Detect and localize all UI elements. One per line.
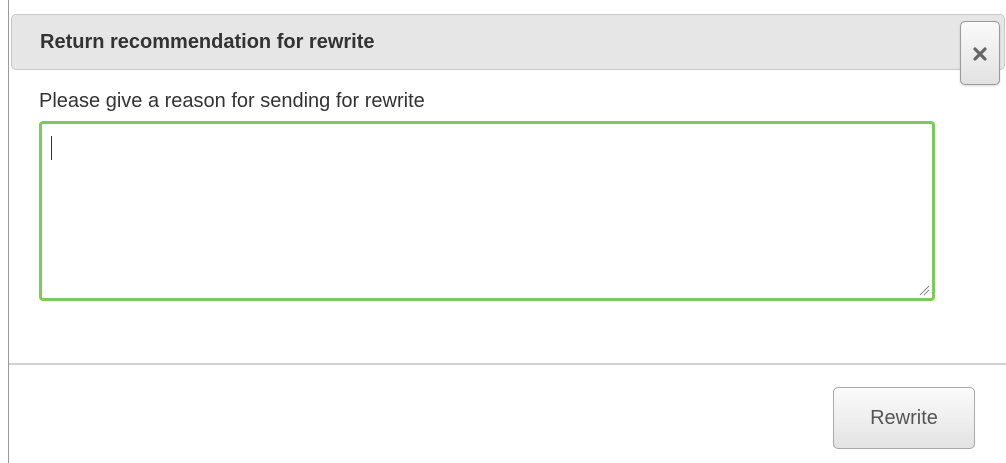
footer-divider — [9, 363, 1006, 365]
return-for-rewrite-dialog: Return recommendation for rewrite Please… — [8, 0, 1006, 463]
close-icon — [973, 47, 987, 61]
dialog-title: Return recommendation for rewrite — [40, 31, 375, 53]
close-button[interactable] — [960, 21, 1000, 85]
reason-textarea[interactable] — [39, 121, 935, 301]
reason-prompt-label: Please give a reason for sending for rew… — [39, 90, 425, 112]
rewrite-button[interactable]: Rewrite — [833, 387, 975, 449]
resize-handle-icon[interactable] — [918, 284, 930, 296]
dialog-titlebar: Return recommendation for rewrite — [11, 14, 1005, 70]
text-caret — [51, 136, 52, 160]
